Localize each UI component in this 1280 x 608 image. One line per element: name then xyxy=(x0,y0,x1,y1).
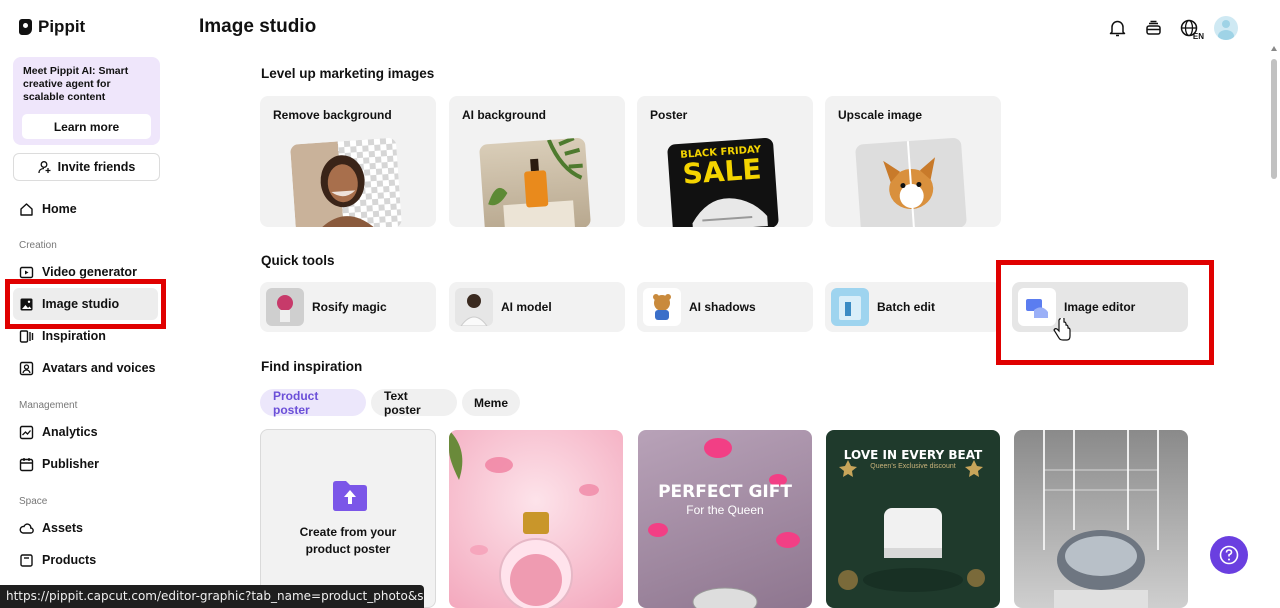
ai-shadows-thumb xyxy=(643,288,681,326)
card-ai-background[interactable]: AI background xyxy=(449,96,625,227)
section-label-management: Management xyxy=(19,400,78,411)
section-title-quick-tools: Quick tools xyxy=(261,253,335,268)
create-from-product-poster-card[interactable]: Create from your product poster xyxy=(260,429,436,608)
analytics-icon xyxy=(19,425,34,439)
card-title: Remove background xyxy=(273,108,392,122)
logo-text: Pippit xyxy=(38,17,86,36)
remove-background-preview-image xyxy=(289,137,403,227)
cloud-icon xyxy=(19,522,34,534)
add-user-icon xyxy=(37,161,51,174)
quick-tool-ai-model[interactable]: AI model xyxy=(449,282,625,332)
folder-upload-icon xyxy=(333,481,367,511)
card-upscale-image[interactable]: Upscale image xyxy=(825,96,1001,227)
invite-friends-button[interactable]: Invite friends xyxy=(13,153,160,181)
highlight-box-image-editor xyxy=(996,260,1214,365)
section-label-space: Space xyxy=(19,496,48,507)
ai-model-thumb xyxy=(455,288,493,326)
inspiration-card-earbuds[interactable] xyxy=(1014,430,1188,608)
section-label-creation: Creation xyxy=(19,240,57,251)
card-subtitle-perfect-gift: For the Queen xyxy=(686,503,764,517)
product-icon xyxy=(20,553,33,567)
sidebar-item-avatars-and-voices[interactable]: Avatars and voices xyxy=(19,357,155,379)
chip-meme[interactable]: Meme xyxy=(462,389,520,416)
card-title: Upscale image xyxy=(838,108,923,122)
batch-edit-thumb xyxy=(831,288,869,326)
sidebar-item-products[interactable]: Products xyxy=(19,549,96,571)
poster-preview-image: BLACK FRIDAY SALE xyxy=(666,137,780,227)
card-title-perfect-gift: PERFECT GIFT xyxy=(658,482,792,502)
stack-icon xyxy=(1145,20,1161,35)
quick-tool-label: AI shadows xyxy=(689,300,756,314)
language-badge: EN xyxy=(1192,32,1204,41)
sidebar-item-label: Avatars and voices xyxy=(42,361,156,375)
sidebar-item-label: Video generator xyxy=(42,265,137,279)
sidebar-item-label: Analytics xyxy=(42,425,98,439)
quick-tool-rosify-magic[interactable]: Rosify magic xyxy=(260,282,436,332)
card-title: Poster xyxy=(650,108,688,122)
help-button[interactable] xyxy=(1210,536,1248,574)
card-title: AI background xyxy=(462,108,547,122)
quick-tool-batch-edit[interactable]: Batch edit xyxy=(825,282,1001,332)
scroll-up-arrow[interactable] xyxy=(1271,46,1277,51)
quick-tool-label: AI model xyxy=(501,300,552,314)
question-icon xyxy=(1219,545,1239,565)
scrollbar-thumb[interactable] xyxy=(1271,59,1277,179)
status-bar-url: https://pippit.capcut.com/editor-graphic… xyxy=(0,585,424,608)
learn-more-button[interactable]: Learn more xyxy=(22,114,151,139)
sidebar-item-label: Products xyxy=(42,553,97,567)
promo-text: Meet Pippit AI: Smart creative agent for… xyxy=(23,65,129,103)
sidebar-item-publisher[interactable]: Publisher xyxy=(19,453,99,475)
rosify-thumb xyxy=(266,288,304,326)
ai-background-preview-image xyxy=(478,137,592,227)
upscale-preview-image xyxy=(854,137,968,227)
avatar-icon xyxy=(19,361,34,375)
home-icon xyxy=(20,202,33,216)
sidebar-item-analytics[interactable]: Analytics xyxy=(19,421,98,443)
card-poster[interactable]: Poster BLACK FRIDAY SALE xyxy=(637,96,813,227)
inspiration-card-perfume[interactable] xyxy=(449,430,623,608)
invite-label: Invite friends xyxy=(57,160,136,174)
highlight-box-image-studio xyxy=(5,279,166,329)
header-actions: EN xyxy=(1106,16,1238,41)
card-remove-background[interactable]: Remove background xyxy=(260,96,436,227)
quick-tool-label: Batch edit xyxy=(877,300,936,314)
chip-text-poster[interactable]: Text poster xyxy=(371,389,457,417)
bell-icon xyxy=(1109,20,1125,37)
notifications-button[interactable] xyxy=(1106,17,1128,39)
section-title-inspiration: Find inspiration xyxy=(261,359,363,374)
video-icon xyxy=(19,266,34,278)
quick-tool-label: Rosify magic xyxy=(312,300,387,314)
inspiration-card-perfect-gift[interactable]: PERFECT GIFT For the Queen xyxy=(638,430,812,608)
inspiration-card-love-in-every-beat[interactable]: LOVE IN EVERY BEAT Queen's Exclusive dis… xyxy=(826,430,1000,608)
inspiration-icon xyxy=(19,329,34,343)
app-logo[interactable]: Pippit xyxy=(19,17,85,37)
sidebar-item-label: Inspiration xyxy=(42,329,106,343)
create-card-text: Create from your product poster xyxy=(299,525,397,556)
section-title-marketing: Level up marketing images xyxy=(261,66,435,81)
avatar[interactable] xyxy=(1214,16,1238,40)
chip-product-poster[interactable]: Product poster xyxy=(260,389,366,417)
sidebar-item-label: Assets xyxy=(42,521,83,535)
sidebar-item-label: Home xyxy=(42,202,77,216)
sidebar-item-home[interactable]: Home xyxy=(19,198,77,220)
language-button[interactable]: EN xyxy=(1178,17,1204,41)
sidebar-item-label: Publisher xyxy=(42,457,99,471)
pippit-logo-icon xyxy=(19,19,32,35)
subscription-button[interactable] xyxy=(1142,17,1164,39)
quick-tool-ai-shadows[interactable]: AI shadows xyxy=(637,282,813,332)
page-title: Image studio xyxy=(199,16,317,37)
promo-card: Meet Pippit AI: Smart creative agent for… xyxy=(13,57,160,145)
sidebar-item-assets[interactable]: Assets xyxy=(19,517,83,539)
calendar-icon xyxy=(19,457,34,471)
